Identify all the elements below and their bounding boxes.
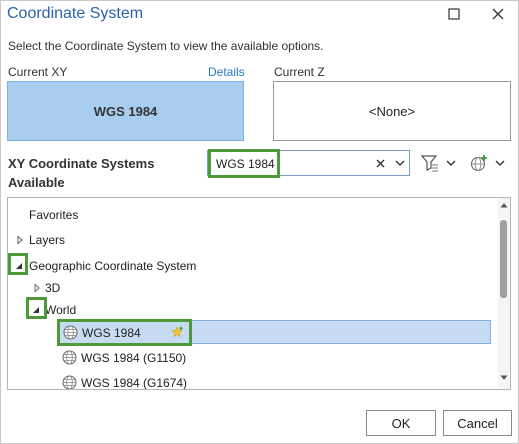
collapse-arrow-icon[interactable] — [14, 261, 24, 271]
tree-item-label: WGS 1984 — [82, 326, 141, 340]
current-z-card[interactable]: <None> — [273, 81, 511, 141]
chevron-down-icon — [446, 160, 456, 166]
details-link[interactable]: Details — [208, 65, 245, 79]
tree-item-wgs-1984-g1674[interactable]: WGS 1984 (G1674) — [58, 371, 491, 390]
globe-icon — [62, 350, 77, 365]
clear-icon — [376, 159, 384, 167]
search-dropdown-button[interactable] — [393, 156, 407, 170]
search-input[interactable] — [216, 155, 356, 172]
add-coordinate-system-button[interactable] — [469, 152, 505, 174]
current-z-label: Current Z — [274, 65, 325, 79]
scroll-down-button[interactable] — [499, 375, 509, 383]
coordinate-system-dialog: Coordinate System Select the Coordinate … — [0, 0, 519, 444]
tree-item-label: WGS 1984 (G1674) — [81, 376, 188, 390]
coordinate-system-tree[interactable]: Favorites Layers Geographic Coordinate S… — [7, 197, 511, 390]
scrollbar-thumb[interactable] — [500, 220, 507, 298]
chevron-down-icon — [395, 160, 405, 166]
tree-item-wgs-1984[interactable]: WGS 1984 — [58, 320, 491, 344]
collapse-arrow-icon[interactable] — [31, 305, 41, 315]
ok-button[interactable]: OK — [366, 410, 436, 436]
filter-button[interactable] — [420, 152, 456, 174]
maximize-button[interactable] — [441, 3, 467, 25]
close-button[interactable] — [485, 3, 511, 25]
instructions-text: Select the Coordinate System to view the… — [8, 39, 324, 53]
clear-search-button[interactable] — [373, 156, 387, 170]
tree-item-label: World — [45, 303, 77, 317]
cancel-button[interactable]: Cancel — [443, 410, 512, 436]
tree-item-label: Geographic Coordinate System — [29, 259, 197, 273]
current-xy-card[interactable]: WGS 1984 — [7, 81, 244, 141]
tree-item-label: Layers — [29, 233, 66, 247]
globe-icon — [62, 375, 77, 389]
tree-item-world[interactable]: World — [8, 298, 494, 322]
tree-item-label: WGS 1984 (G1150) — [81, 351, 187, 365]
maximize-icon — [448, 8, 460, 20]
tree-item-layers[interactable]: Layers — [8, 228, 494, 252]
expand-arrow-icon[interactable] — [15, 235, 25, 245]
tree-item-favorites[interactable]: Favorites — [8, 203, 494, 227]
tree-item-label: 3D — [45, 281, 61, 295]
dialog-title: Coordinate System — [7, 5, 144, 22]
filter-icon — [420, 155, 438, 172]
available-heading-line1: XY Coordinate Systems — [8, 156, 155, 171]
tree-item-label: Favorites — [29, 208, 79, 222]
globe-add-icon — [470, 155, 487, 172]
close-icon — [492, 8, 504, 20]
scroll-up-button[interactable] — [499, 202, 509, 210]
scroll-down-icon — [500, 375, 508, 380]
favorite-star-icon[interactable] — [171, 326, 183, 338]
available-heading-line2: Available — [8, 175, 65, 190]
tree-item-geographic-coordinate-system[interactable]: Geographic Coordinate System — [8, 254, 494, 278]
globe-icon — [63, 325, 78, 340]
available-systems-heading: XY Coordinate Systems Available — [8, 154, 154, 192]
tree-item-wgs-1984-g1150[interactable]: WGS 1984 (G1150) — [58, 346, 491, 370]
expand-arrow-icon[interactable] — [32, 283, 42, 293]
chevron-down-icon — [495, 160, 505, 166]
scroll-up-icon — [500, 203, 508, 208]
tree-item-3d[interactable]: 3D — [8, 276, 494, 300]
current-xy-label: Current XY — [8, 65, 68, 79]
